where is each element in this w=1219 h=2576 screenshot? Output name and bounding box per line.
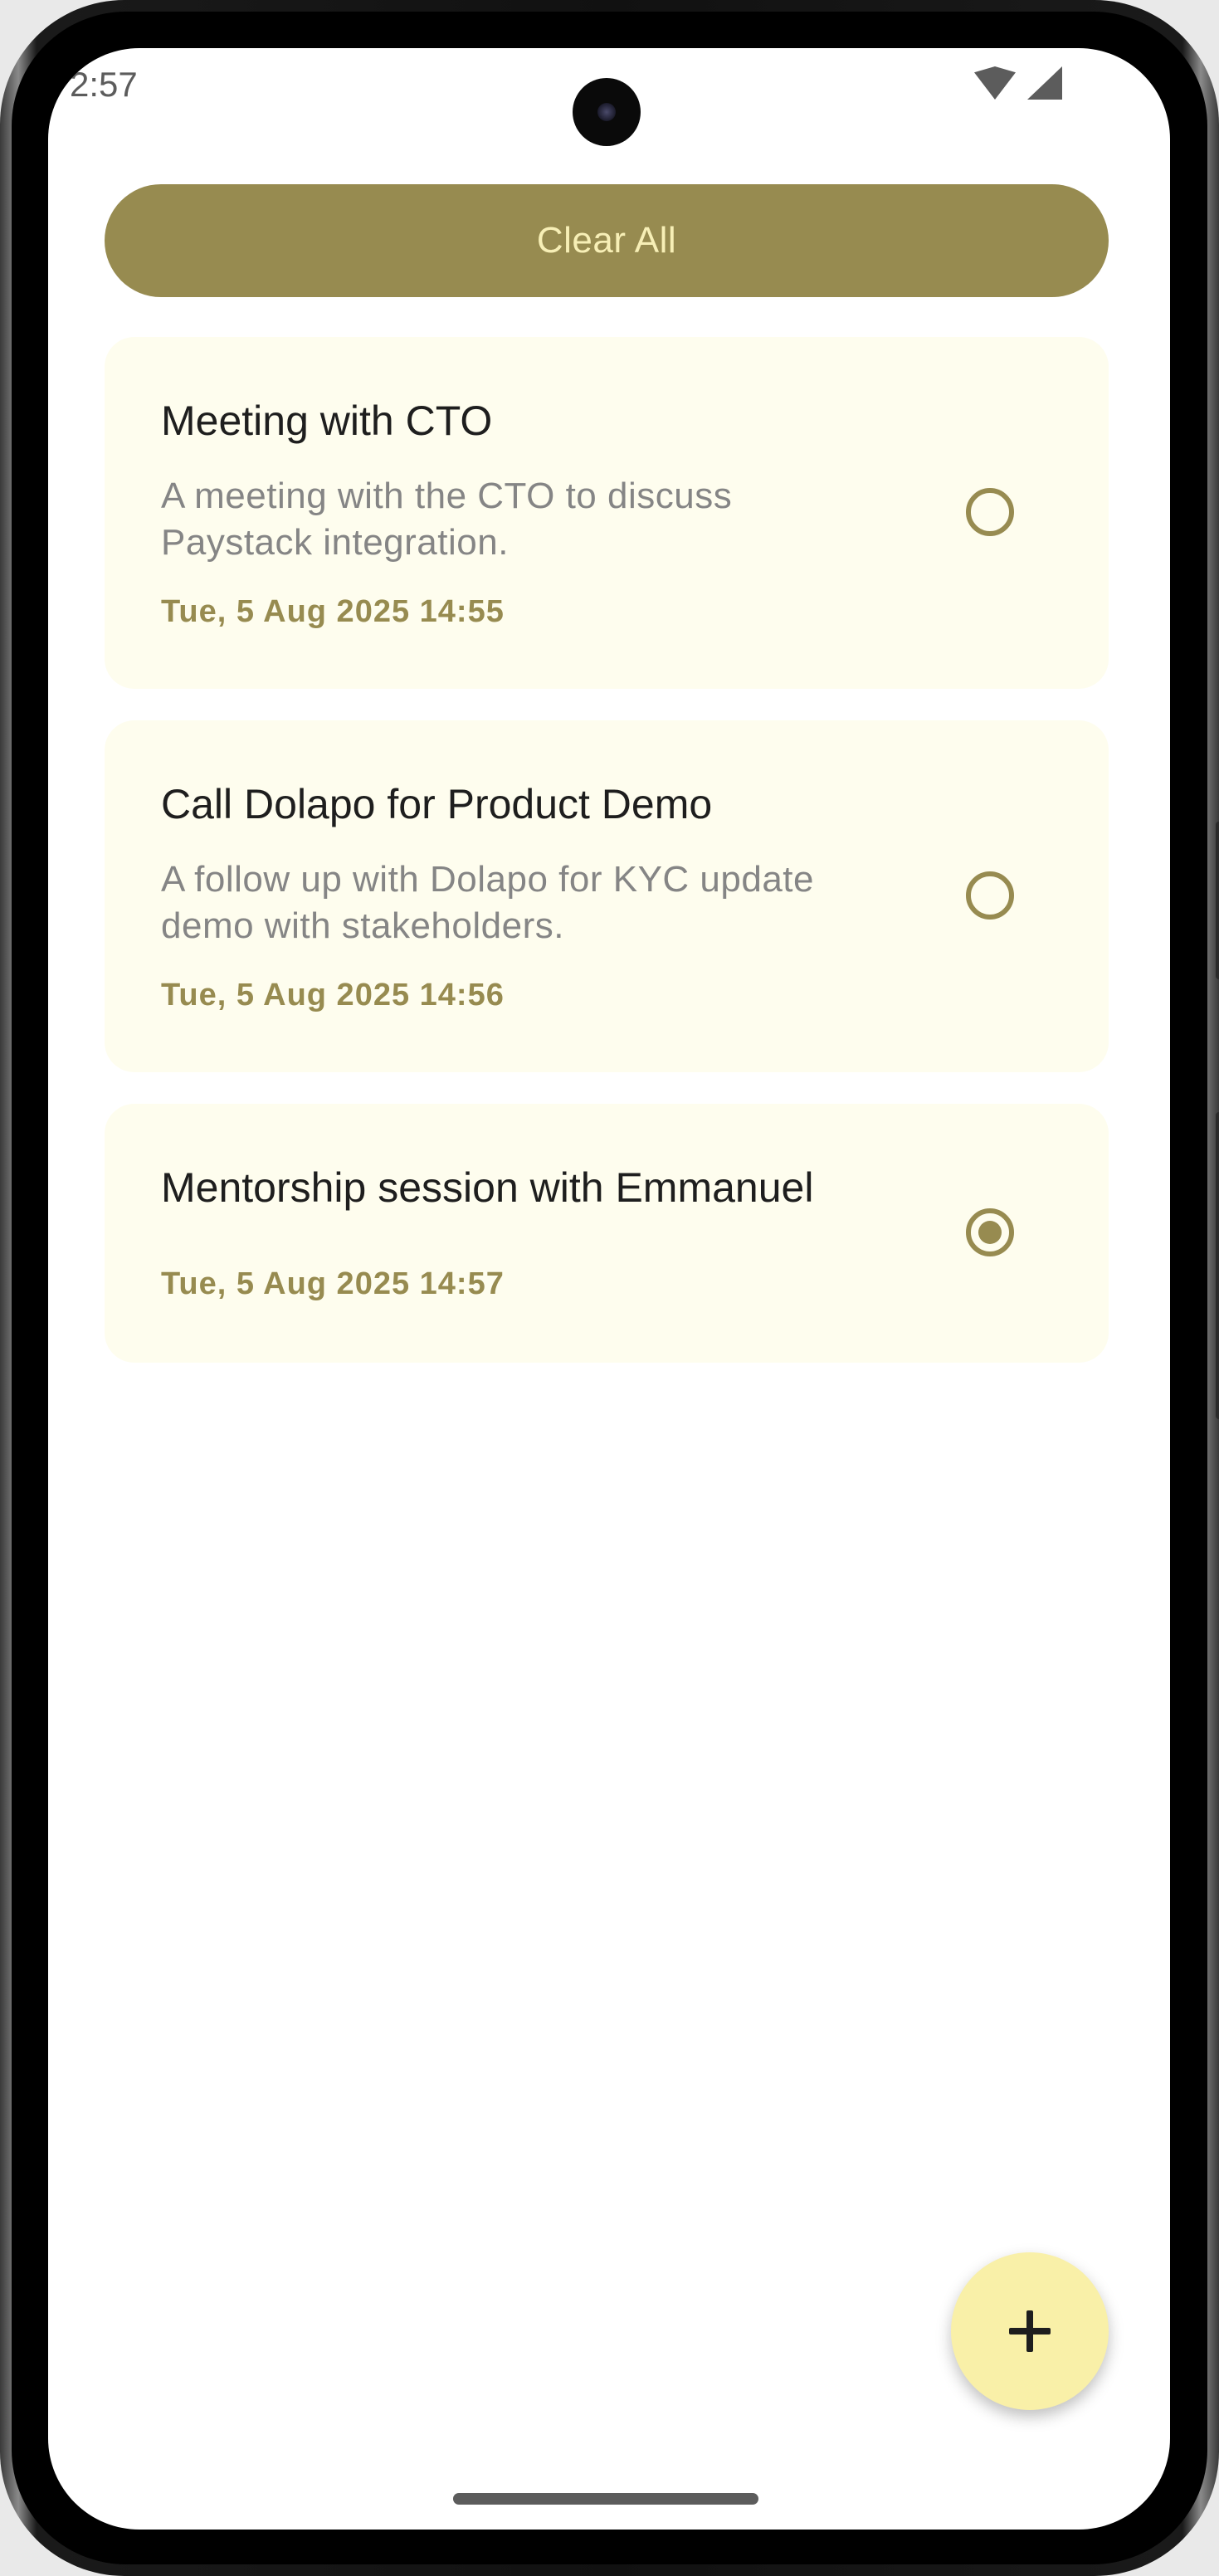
task-complete-radio[interactable] xyxy=(966,871,1014,920)
task-card[interactable]: Call Dolapo for Product Demo A follow up… xyxy=(105,720,1109,1072)
task-description: A meeting with the CTO to discuss Paysta… xyxy=(161,473,908,566)
phone-device: 2:57 Clear All Meeting with CTO A meetin… xyxy=(0,0,1219,2576)
task-description-line: A follow up with Dolapo for KYC update xyxy=(161,859,815,900)
clear-all-button[interactable]: Clear All xyxy=(105,184,1109,297)
clear-all-label: Clear All xyxy=(536,220,677,261)
status-icons xyxy=(974,66,1062,100)
task-date: Tue, 5 Aug 2025 14:56 xyxy=(161,978,505,1012)
task-description-line: demo with stakeholders. xyxy=(161,905,564,946)
front-camera xyxy=(573,78,641,146)
signal-icon xyxy=(1027,66,1062,100)
add-task-button[interactable] xyxy=(951,2252,1109,2410)
plus-icon xyxy=(1009,2310,1051,2352)
task-complete-radio[interactable] xyxy=(966,488,1014,536)
volume-button xyxy=(1216,822,1219,979)
wifi-icon xyxy=(974,66,1016,100)
task-complete-radio-selected[interactable] xyxy=(966,1208,1014,1256)
home-indicator[interactable] xyxy=(453,2493,758,2505)
task-description-line: A meeting with the CTO to discuss xyxy=(161,476,733,516)
task-title: Mentorship session with Emmanuel xyxy=(161,1164,814,1211)
task-date: Tue, 5 Aug 2025 14:55 xyxy=(161,594,505,629)
task-description: A follow up with Dolapo for KYC update d… xyxy=(161,856,908,949)
task-card[interactable]: Meeting with CTO A meeting with the CTO … xyxy=(105,337,1109,689)
status-time: 2:57 xyxy=(70,65,138,104)
task-description-line: Paystack integration. xyxy=(161,522,509,563)
task-date: Tue, 5 Aug 2025 14:57 xyxy=(161,1266,505,1301)
task-title: Meeting with CTO xyxy=(161,398,493,444)
radio-selected-dot xyxy=(978,1221,1002,1244)
power-button xyxy=(1216,1112,1219,1419)
task-card[interactable]: Mentorship session with Emmanuel Tue, 5 … xyxy=(105,1104,1109,1363)
task-title: Call Dolapo for Product Demo xyxy=(161,781,713,827)
app-screen: 2:57 Clear All Meeting with CTO A meetin… xyxy=(48,48,1170,2530)
